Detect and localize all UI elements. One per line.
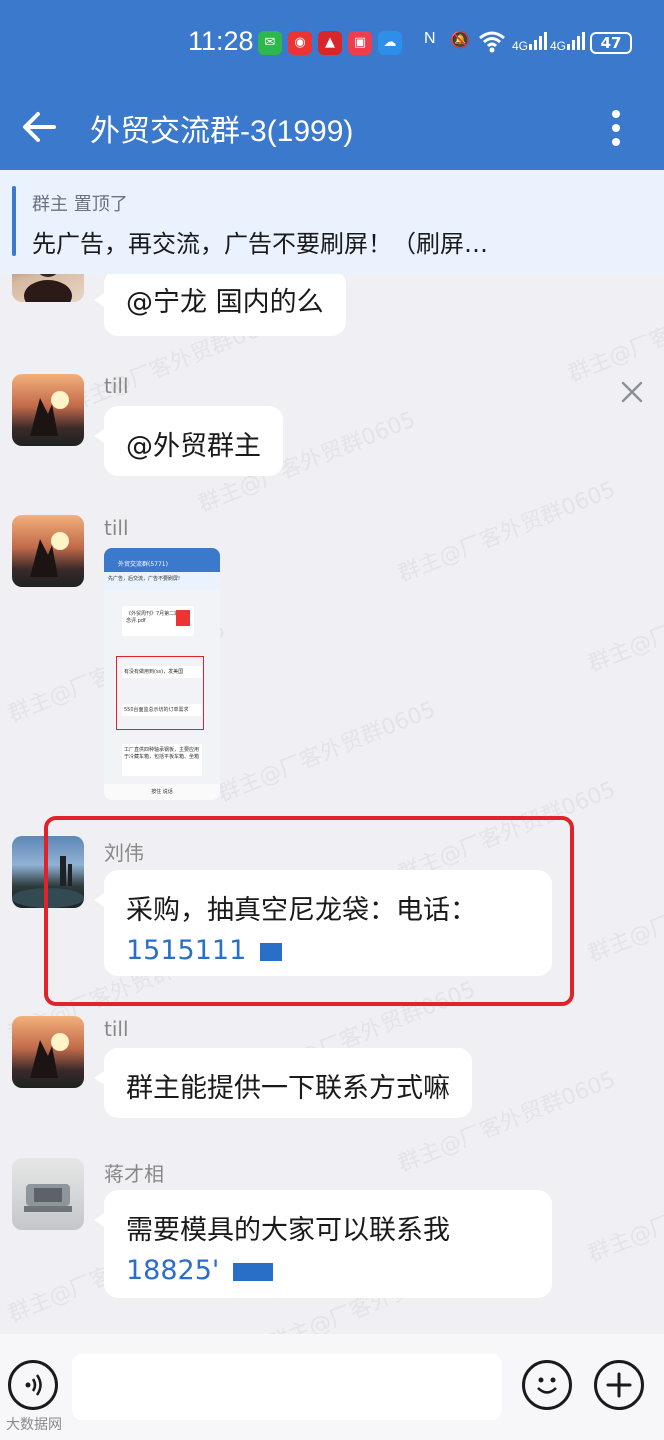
pdf-icon xyxy=(176,610,190,626)
video-icon: ▣ xyxy=(348,31,372,55)
source-mark: 大数据网 xyxy=(6,1417,62,1433)
pinned-text: 先广告，再交流，广告不要刷屏！（刷屏… xyxy=(32,230,488,258)
voice-icon xyxy=(25,1374,42,1396)
watermark: 群主@厂客外贸群0605 xyxy=(584,857,664,968)
status-time: 11:28 xyxy=(188,26,254,56)
thumbnail-title: 外贸交流群(5771) xyxy=(104,558,220,572)
screenshot-image[interactable]: 外贸交流群(5771) 先广告，后交流，广告不要刷屏! 《外贸周刊》7月第二期-… xyxy=(104,548,220,800)
message-input[interactable] xyxy=(72,1354,502,1420)
message-bubble[interactable]: @外贸群主 xyxy=(94,406,283,476)
signal-2: 4G xyxy=(550,30,586,58)
watermark: 群主@厂客外贸群0605 xyxy=(584,1157,664,1268)
thumbnail-file: 《外贸周刊》7月第二期-概念评.pdf xyxy=(122,606,194,636)
pinned-accent-bar xyxy=(12,186,16,256)
watermark: 群主@厂客外贸群0605 xyxy=(394,477,620,588)
message-list[interactable]: 群主@厂客外贸群0605 群主@厂客外贸群0605 群主@厂客外贸群0605 群… xyxy=(0,274,664,1334)
sender-name: till xyxy=(104,1017,129,1041)
pinned-message[interactable]: 群主 置顶了 先广告，再交流，广告不要刷屏！（刷屏… xyxy=(0,170,664,403)
watermark: 群主@厂客外贸群0605 xyxy=(564,277,664,388)
thumbnail-pinned: 先广告，后交流，广告不要刷屏! xyxy=(104,572,220,590)
wifi-icon xyxy=(478,30,506,58)
input-bar xyxy=(0,1334,664,1440)
thumbnail-input: 按住 说话 xyxy=(104,784,220,800)
sender-name: till xyxy=(104,374,129,398)
avatar[interactable] xyxy=(12,1016,84,1088)
mute-icon: 🔕 xyxy=(450,32,470,49)
weather-icon: ☁ xyxy=(378,31,402,55)
wechat-icon: ✉ xyxy=(258,31,282,55)
avatar[interactable] xyxy=(12,374,84,446)
status-bar: 11:28 ✉ ◉ ▲ ▣ ☁ N 🔕 4G 4G 47 xyxy=(0,0,664,88)
emoji-button[interactable] xyxy=(522,1360,572,1410)
watermark: 群主@厂客外贸群0605 xyxy=(584,567,664,678)
back-arrow-icon[interactable] xyxy=(18,106,60,148)
chat-header: 外贸交流群-3(1999) xyxy=(0,88,664,170)
sender-name: 蒋才相 xyxy=(104,1162,164,1186)
phone-mask xyxy=(233,1262,274,1281)
watermark: 群主@厂客外贸群0605 xyxy=(214,697,440,808)
voice-input-button[interactable] xyxy=(8,1360,58,1410)
phone-link[interactable]: 18825' xyxy=(126,1255,530,1286)
avatar[interactable] xyxy=(12,274,84,302)
thumbnail-msg: 工厂直供四种轴承钢板，主要应用于冷藏车箱，包括平板车箱、坐箱 xyxy=(122,744,202,776)
more-options-icon[interactable] xyxy=(604,104,628,152)
battery-indicator: 47 xyxy=(590,32,632,54)
smiley-icon xyxy=(537,1377,557,1394)
message-bubble[interactable]: 需要模具的大家可以联系我 18825' xyxy=(94,1190,552,1298)
chat-title: 外贸交流群-3(1999) xyxy=(90,115,354,148)
message-bubble[interactable]: @宁龙 国内的么 xyxy=(94,274,346,336)
bank-icon: ▲ xyxy=(318,31,342,55)
pinned-meta: 群主 置顶了 xyxy=(32,194,128,215)
app-icon: ◉ xyxy=(288,31,312,55)
nfc-icon: N xyxy=(424,30,436,47)
avatar[interactable] xyxy=(12,515,84,587)
thumbnail-highlight xyxy=(116,656,204,730)
message-text: 需要模具的大家可以联系我 xyxy=(126,1215,450,1246)
add-button[interactable] xyxy=(594,1360,644,1410)
red-highlight-box xyxy=(44,816,574,1006)
message-bubble[interactable]: 群主能提供一下联系方式嘛 xyxy=(94,1048,472,1118)
avatar[interactable] xyxy=(12,1158,84,1230)
phone-number: 18825' xyxy=(126,1255,220,1286)
signal-1: 4G xyxy=(512,30,548,58)
plus-icon xyxy=(606,1372,632,1398)
thumbnail-statusbar xyxy=(104,548,220,558)
sender-name: till xyxy=(104,516,129,540)
